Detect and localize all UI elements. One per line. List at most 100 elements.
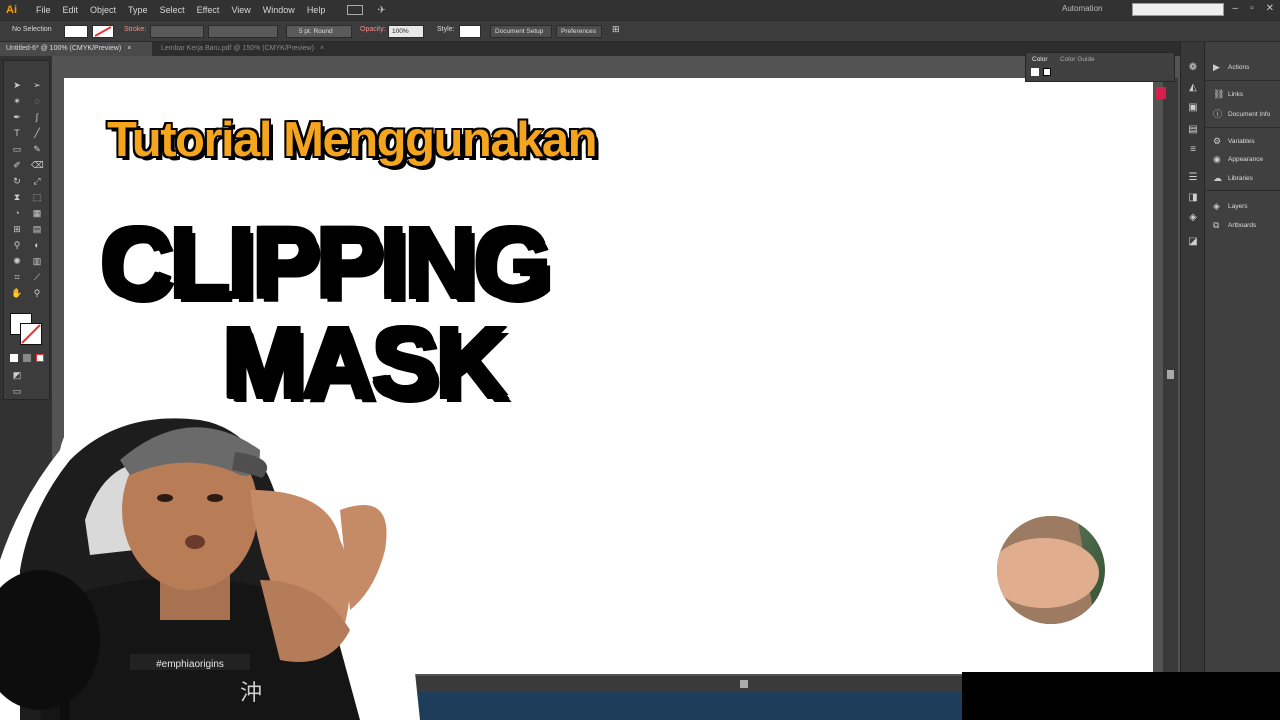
workspace-switcher[interactable]: Automation [1062,4,1102,13]
tools-panel: ➤ ➢ ✶ ◌ ✒ ∫ T ╱ ▭ ✎ ✐ ⌫ ↻ ⤢ ⧗ ⬚ ◔ ▦ ⊞ ▤ … [3,60,50,400]
divider [1205,80,1280,81]
opacity-label[interactable]: Opacity: [360,26,386,33]
line-tool-icon[interactable]: ╱ [31,127,43,139]
gradient-tool-icon[interactable]: ▤ [31,223,43,235]
symbol-sprayer-icon[interactable]: ✺ [11,255,23,267]
scroll-thumb[interactable] [740,680,748,688]
type-tool-icon[interactable]: T [11,127,23,139]
menu-edit[interactable]: Edit [63,5,79,15]
scale-tool-icon[interactable]: ⤢ [31,175,43,187]
shirt-glyph: 沖 [240,681,262,706]
pen-tool-icon[interactable]: ✒ [11,111,23,123]
menu-type[interactable]: Type [128,5,148,15]
rectangle-tool-icon[interactable]: ▭ [11,143,23,155]
gradient-mode-icon[interactable] [23,354,31,362]
tab-color[interactable]: Color [1032,56,1048,63]
symbols-panel-icon[interactable]: ◭ [1187,82,1199,94]
stroke-panel-icon[interactable]: ≡ [1187,144,1199,156]
none-mode-icon[interactable] [36,354,44,362]
menu-help[interactable]: Help [307,5,326,15]
lasso-icon[interactable]: ◌ [31,95,43,107]
tab-label: Lembar Kerja Baru.pdf @ 150% (CMYK/Previ… [161,45,314,52]
artboards-panel[interactable]: ⧉ Artboards [1213,218,1256,232]
variable-width-select[interactable] [208,25,278,38]
eyedropper-icon[interactable]: ⚲ [11,239,23,251]
rotate-tool-icon[interactable]: ↻ [11,175,23,187]
out-of-gamut-icon[interactable] [1156,87,1166,99]
minimize-icon[interactable]: – [1233,3,1239,14]
transform-panel-icon[interactable]: ◨ [1187,192,1199,204]
menu-window[interactable]: Window [263,5,295,15]
menu-file[interactable]: File [36,5,51,15]
graphic-styles-icon[interactable]: ▣ [1187,102,1199,114]
tab-untitled-6[interactable]: Untitled-6* @ 100% (CMYK/Preview) × [0,42,152,56]
fill-swatch[interactable] [64,25,88,38]
vertical-scrollbar[interactable] [1163,78,1178,674]
eraser-icon[interactable]: ⌫ [31,159,44,171]
libraries-panel[interactable]: ☁ Libraries [1213,171,1253,185]
document-tabs: Untitled-6* @ 100% (CMYK/Preview) × Lemb… [0,42,1180,56]
mesh-tool-icon[interactable]: ⊞ [11,223,23,235]
document-info-panel[interactable]: ⓘ Document Info [1213,107,1270,121]
column-graph-icon[interactable]: ▥ [31,255,43,267]
links-panel[interactable]: ⛓ Links [1213,87,1243,101]
document-setup-button[interactable]: Document Setup [490,25,552,38]
selection-tool-icon[interactable]: ➤ [11,79,23,91]
tab-lembar-kerja[interactable]: Lembar Kerja Baru.pdf @ 150% (CMYK/Previ… [155,42,350,56]
brush-label: 5 pt. Round [299,28,333,35]
opacity-input[interactable]: 100% [388,25,424,38]
align-panel-icon[interactable]: ☰ [1187,172,1199,184]
perspective-grid-icon[interactable]: ▦ [31,207,43,219]
style-swatch[interactable] [459,25,481,38]
maximize-icon[interactable]: ▫ [1250,3,1254,14]
preferences-button[interactable]: Preferences [556,25,602,38]
shape-builder-icon[interactable]: ◔ [11,207,23,219]
stroke-weight-input[interactable] [150,25,204,38]
paintbrush-icon[interactable]: ✎ [31,143,43,155]
close-tab-icon[interactable]: × [320,45,324,52]
stroke-swatch[interactable] [1043,68,1051,76]
arrange-documents-icon[interactable] [347,5,364,15]
variables-panel[interactable]: ⚙ Variables [1213,134,1255,148]
hand-tool-icon[interactable]: ✋ [11,287,23,299]
scroll-thumb[interactable] [1167,370,1174,379]
fill-swatch[interactable] [1031,68,1039,76]
stroke-label[interactable]: Stroke: [124,26,146,33]
menu-object[interactable]: Object [90,5,116,15]
menu-effect[interactable]: Effect [197,5,220,15]
slice-tool-icon[interactable]: ⟋ [31,271,43,283]
align-icon[interactable]: ⊞ [612,24,620,35]
close-tab-icon[interactable]: × [127,45,131,52]
zoom-tool-icon[interactable]: ⚲ [31,287,43,299]
menu-select[interactable]: Select [160,5,185,15]
close-icon[interactable]: ✕ [1266,3,1274,14]
panel-label: Links [1228,90,1244,98]
stroke-swatch[interactable] [92,25,114,38]
tutorial-title[interactable]: Tutorial Menggunakan [106,112,599,168]
artboard-tool-icon[interactable]: ⌗ [11,271,23,283]
divider [1205,127,1280,128]
webcam-overlay: #emphiaorigins 沖 [0,380,420,720]
layers-panel[interactable]: ◈ Layers [1213,199,1248,213]
stroke-color-swatch[interactable] [20,323,42,345]
width-tool-icon[interactable]: ⧗ [11,191,23,203]
transparency-panel-icon[interactable]: ◪ [1187,236,1199,248]
tab-color-guide[interactable]: Color Guide [1060,56,1095,63]
blend-tool-icon[interactable]: ◐ [31,239,43,251]
actions-panel[interactable]: ▶ Actions [1213,60,1249,74]
swatches-panel-icon[interactable]: ▤ [1187,124,1199,136]
shaper-tool-icon[interactable]: ✐ [11,159,23,171]
clipping-word[interactable]: CLIPPING [98,206,552,321]
menu-view[interactable]: View [231,5,250,15]
brush-panel-icon[interactable]: ❁ [1187,62,1199,74]
search-input[interactable] [1132,3,1224,16]
free-transform-icon[interactable]: ⬚ [31,191,43,203]
direct-selection-tool-icon[interactable]: ➢ [31,79,43,91]
brush-select[interactable]: 5 pt. Round [286,25,352,38]
rocket-icon[interactable]: ✈ [377,5,385,16]
pathfinder-panel-icon[interactable]: ◈ [1187,212,1199,224]
appearance-panel[interactable]: ◉ Appearance [1213,152,1263,166]
color-mode-icon[interactable] [10,354,18,362]
magic-wand-icon[interactable]: ✶ [11,95,23,107]
curvature-tool-icon[interactable]: ∫ [31,111,43,123]
